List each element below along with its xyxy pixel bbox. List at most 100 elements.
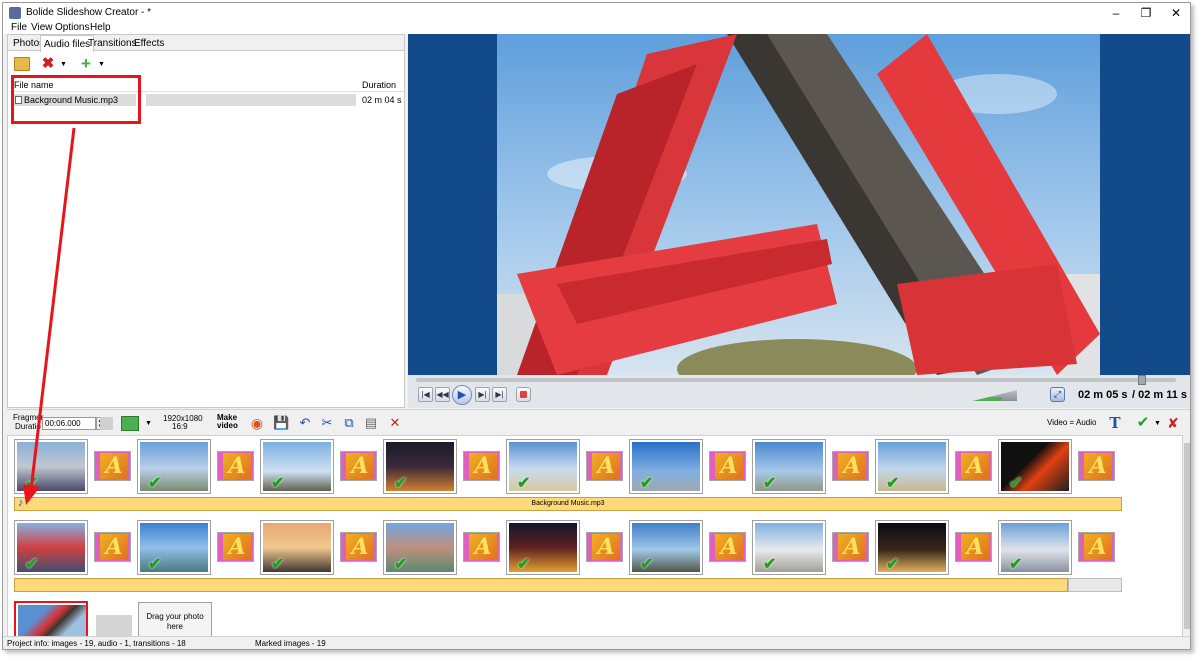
go-to-start-icon[interactable]: |◀: [418, 387, 433, 402]
slide-thumbnail[interactable]: ✔: [260, 520, 334, 575]
check-icon[interactable]: ✔: [148, 476, 161, 492]
transition-thumbnail[interactable]: A: [586, 451, 623, 481]
transition-thumbnail[interactable]: A: [709, 451, 746, 481]
transition-thumbnail[interactable]: A: [955, 451, 992, 481]
slide-thumbnail[interactable]: ✔: [137, 520, 211, 575]
check-dropdown-icon[interactable]: ▼: [1154, 420, 1161, 427]
menu-view[interactable]: View: [31, 22, 53, 33]
timeline-scrollbar[interactable]: [1183, 435, 1190, 637]
transition-thumbnail[interactable]: A: [217, 532, 254, 562]
transition-thumbnail[interactable]: A: [217, 451, 254, 481]
check-icon[interactable]: ✔: [1009, 476, 1022, 492]
check-icon[interactable]: ✔: [640, 476, 653, 492]
cut-icon[interactable]: ✂: [319, 415, 335, 431]
check-icon[interactable]: ✔: [148, 557, 161, 573]
menu-help[interactable]: Help: [90, 22, 111, 33]
check-icon[interactable]: ✔: [394, 557, 407, 573]
stop-icon[interactable]: [516, 387, 531, 402]
background-dropdown-icon[interactable]: ▼: [145, 420, 152, 427]
text-icon[interactable]: T: [1107, 415, 1123, 431]
transition-thumbnail[interactable]: A: [832, 532, 869, 562]
go-to-end-icon[interactable]: ▶|: [492, 387, 507, 402]
slide-thumbnail[interactable]: ✔: [752, 439, 826, 494]
slide-thumbnail[interactable]: ✔: [998, 520, 1072, 575]
next-icon[interactable]: ▶|: [475, 387, 490, 402]
menu-options[interactable]: Options: [55, 22, 89, 33]
check-icon[interactable]: ✔: [25, 557, 38, 573]
audio-track[interactable]: Background Music.mp3: [14, 497, 1122, 511]
seek-bar[interactable]: [416, 375, 1176, 385]
check-icon[interactable]: ✔: [640, 557, 653, 573]
volume-slider[interactable]: [973, 390, 1017, 401]
fullscreen-icon[interactable]: ⤢: [1050, 387, 1065, 402]
undo-icon[interactable]: ↶: [297, 415, 313, 431]
video-equals-audio-label[interactable]: Video = Audio: [1047, 418, 1096, 427]
make-video-label-2[interactable]: video: [217, 421, 238, 430]
check-icon[interactable]: ✔: [1009, 557, 1022, 573]
copy-icon[interactable]: ⧉: [341, 415, 357, 431]
slide-thumbnail[interactable]: ✔: [875, 439, 949, 494]
slide-thumbnail[interactable]: ✔: [629, 439, 703, 494]
duration-input[interactable]: 00:06.000: [42, 417, 96, 430]
transition-thumbnail[interactable]: A: [94, 451, 131, 481]
check-icon[interactable]: ✔: [763, 557, 776, 573]
slide-thumbnail[interactable]: ✔: [506, 439, 580, 494]
delete-icon[interactable]: ✖: [40, 56, 56, 71]
check-icon[interactable]: ✔: [763, 476, 776, 492]
record-icon[interactable]: ◉: [249, 415, 265, 431]
transition-thumbnail[interactable]: A: [1078, 451, 1115, 481]
save-icon[interactable]: 💾: [273, 415, 289, 431]
transition-thumbnail[interactable]: A: [340, 451, 377, 481]
transition-thumbnail[interactable]: A: [832, 451, 869, 481]
background-image-icon[interactable]: [121, 416, 139, 431]
play-icon[interactable]: ▶: [452, 385, 472, 405]
transition-thumbnail[interactable]: A: [709, 532, 746, 562]
color-swatch[interactable]: [100, 417, 113, 430]
check-icon[interactable]: ✔: [886, 476, 899, 492]
add-icon[interactable]: +: [78, 55, 94, 72]
transition-thumbnail[interactable]: A: [586, 532, 623, 562]
menu-file[interactable]: File: [11, 22, 27, 33]
check-all-icon[interactable]: ✔: [1135, 415, 1151, 431]
delete-slide-icon[interactable]: ✕: [387, 415, 403, 431]
check-icon[interactable]: ✔: [886, 557, 899, 573]
check-icon[interactable]: ✔: [394, 476, 407, 492]
slide-thumbnail[interactable]: ✔: [260, 439, 334, 494]
transition-thumbnail[interactable]: A: [463, 532, 500, 562]
add-dropdown-icon[interactable]: ▼: [98, 61, 105, 68]
check-icon[interactable]: ✔: [271, 557, 284, 573]
close-button[interactable]: ✕: [1161, 3, 1190, 23]
slide-thumbnail-selected[interactable]: [14, 601, 88, 636]
open-folder-icon[interactable]: [14, 57, 30, 71]
slide-thumbnail[interactable]: ✔: [383, 520, 457, 575]
slide-thumbnail[interactable]: ✔: [137, 439, 211, 494]
drag-photo-dropzone[interactable]: Drag your photo here: [138, 602, 212, 636]
duration-column-header[interactable]: Duration: [362, 80, 396, 90]
maximize-button[interactable]: ❐: [1131, 3, 1161, 23]
slide-thumbnail[interactable]: ✔: [752, 520, 826, 575]
transition-thumbnail[interactable]: A: [340, 532, 377, 562]
check-icon[interactable]: ✔: [25, 476, 38, 492]
check-icon[interactable]: ✔: [517, 476, 530, 492]
minimize-button[interactable]: –: [1101, 3, 1131, 23]
paste-icon[interactable]: ▤: [363, 415, 379, 431]
slide-thumbnail[interactable]: ✔: [14, 520, 88, 575]
transition-thumbnail[interactable]: A: [955, 532, 992, 562]
slide-thumbnail[interactable]: ✔: [998, 439, 1072, 494]
scrollbar-thumb[interactable]: [1184, 443, 1190, 629]
check-icon[interactable]: ✔: [271, 476, 284, 492]
check-icon[interactable]: ✔: [517, 557, 530, 573]
transition-thumbnail[interactable]: A: [1078, 532, 1115, 562]
previous-icon[interactable]: ◀◀: [435, 387, 450, 402]
slide-thumbnail[interactable]: ✔: [875, 520, 949, 575]
uncheck-all-icon[interactable]: ✘: [1165, 415, 1181, 431]
transition-thumbnail[interactable]: A: [94, 532, 131, 562]
slide-thumbnail[interactable]: ✔: [383, 439, 457, 494]
seek-knob[interactable]: [1137, 375, 1146, 385]
tab-effects[interactable]: Effects: [131, 37, 167, 51]
audio-track-continued[interactable]: [14, 578, 1068, 592]
transition-thumbnail[interactable]: A: [463, 451, 500, 481]
slide-thumbnail[interactable]: ✔: [506, 520, 580, 575]
slide-thumbnail[interactable]: ✔: [629, 520, 703, 575]
aspect-label[interactable]: 16:9: [172, 422, 188, 431]
